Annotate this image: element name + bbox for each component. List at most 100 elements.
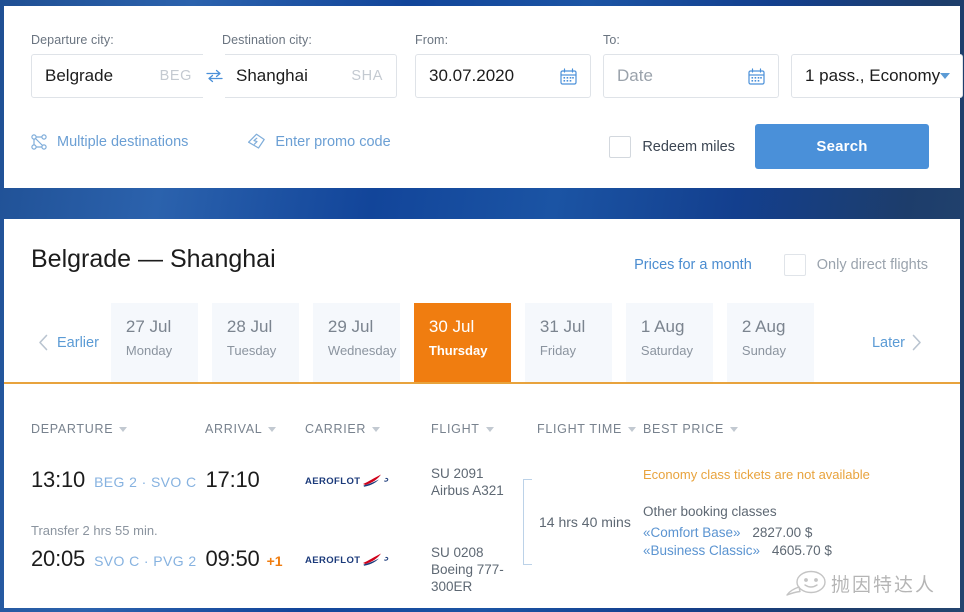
later-dates-button[interactable]: Later <box>860 303 934 382</box>
passengers-class-select[interactable]: 1 pass., Economy <box>791 54 963 98</box>
date-weekday: Tuesday <box>226 343 277 358</box>
swap-cities-icon[interactable] <box>203 54 225 98</box>
calendar-icon[interactable] <box>748 67 765 85</box>
from-date-label: From: <box>415 33 449 47</box>
column-label: CARRIER <box>305 422 367 436</box>
calendar-icon[interactable] <box>560 67 577 85</box>
arrival-time: 09:50 <box>205 546 260 571</box>
date-cell-2[interactable]: 29 Jul Wednesday <box>312 303 400 382</box>
passengers-group: 1 pass., Economy <box>791 33 963 98</box>
destination-city-value: Shanghai <box>236 66 308 85</box>
column-label: DEPARTURE <box>31 422 114 436</box>
to-date-label: To: <box>603 33 620 47</box>
chevron-left-icon <box>38 334 49 351</box>
leg-times: 13:10 BEG 2 · SVO C 17:10 <box>31 467 260 493</box>
redeem-miles-label: Redeem miles <box>642 138 735 155</box>
total-duration: 14 hrs 40 mins <box>539 514 631 530</box>
secondary-links-row: Multiple destinations Enter promo code <box>31 133 391 150</box>
watermark-text: 抛因特达人 <box>830 573 936 596</box>
chevron-down-icon[interactable] <box>940 73 951 79</box>
from-date-value: 30.07.2020 <box>429 66 515 85</box>
departure-time: 20:05 <box>31 546 86 571</box>
search-panel: Departure city: Belgrade BEG Destination… <box>4 6 963 188</box>
fare-name[interactable]: «Business Classic» <box>643 543 760 558</box>
column-header-arrival[interactable]: ARRIVAL <box>205 422 277 436</box>
leg-times: 20:05 SVO C · PVG 2 09:50 +1 <box>31 546 283 572</box>
carrier-logo-aeroflot: AEROFLOT <box>305 472 393 495</box>
date-cell-6[interactable]: 2 Aug Sunday <box>726 303 814 382</box>
column-label: FLIGHT <box>431 422 480 436</box>
active-date-underline <box>4 382 960 384</box>
passengers-label <box>791 33 963 47</box>
duration-bracket <box>523 479 532 565</box>
aircraft-type: Boeing 777-300ER <box>431 562 504 594</box>
fare-option-0[interactable]: «Comfort Base» 2827.00 $ <box>643 525 933 540</box>
date-cell-0[interactable]: 27 Jul Monday <box>110 303 198 382</box>
date-weekday: Monday <box>125 343 173 358</box>
redeem-miles-checkbox[interactable] <box>609 135 632 158</box>
price-column: Economy class tickets are not available … <box>643 467 933 561</box>
arrival-time: 17:10 <box>205 467 260 492</box>
sort-arrow-icon <box>268 426 277 432</box>
to-date-placeholder: Date <box>617 66 653 85</box>
to-date-input[interactable]: Date <box>603 54 779 98</box>
sort-arrow-icon <box>119 426 128 432</box>
date-cell-5[interactable]: 1 Aug Saturday <box>625 303 713 382</box>
results-panel: Belgrade — Shanghai Prices for a month O… <box>4 219 960 608</box>
departure-city-group: Departure city: Belgrade BEG <box>31 33 206 98</box>
other-booking-classes-label: Other booking classes <box>643 504 777 519</box>
date-day: 2 Aug <box>741 317 786 336</box>
departure-airport-code: BEG <box>159 68 192 84</box>
sort-arrow-icon <box>485 426 494 432</box>
chevron-right-icon <box>911 334 922 351</box>
search-button[interactable]: Search <box>755 124 929 169</box>
fare-price: 4605.70 $ <box>771 543 832 558</box>
departure-city-value: Belgrade <box>45 66 114 85</box>
passengers-class-value: 1 pass., Economy <box>805 66 941 85</box>
destination-city-input[interactable]: Shanghai SHA <box>222 54 397 98</box>
sort-arrow-icon <box>628 426 637 432</box>
destination-airport-code: SHA <box>351 68 383 84</box>
search-fields-row: Departure city: Belgrade BEG Destination… <box>31 33 963 98</box>
speech-bubble-icon <box>786 570 826 596</box>
flight-details: SU 0208 Boeing 777-300ER <box>431 544 511 595</box>
sort-arrow-icon <box>372 426 381 432</box>
watermark: 抛因特达人 <box>785 568 936 598</box>
date-cell-3-selected[interactable]: 30 Jul Thursday <box>413 303 511 382</box>
column-header-departure[interactable]: DEPARTURE <box>31 422 128 436</box>
departure-city-label: Departure city: <box>31 33 114 47</box>
column-header-flight-time[interactable]: FLIGHT TIME <box>537 422 637 436</box>
flight-number: SU 2091 <box>431 466 484 481</box>
date-cell-1[interactable]: 28 Jul Tuesday <box>211 303 299 382</box>
date-day: 29 Jul <box>327 317 374 336</box>
aircraft-type: Airbus A321 <box>431 483 504 498</box>
only-direct-flights-checkbox[interactable] <box>783 254 806 276</box>
earlier-dates-button[interactable]: Earlier <box>26 303 111 382</box>
column-header-flight[interactable]: FLIGHT <box>431 422 494 436</box>
destination-city-label: Destination city: <box>222 33 312 47</box>
column-header-carrier[interactable]: CARRIER <box>305 422 381 436</box>
date-day: 30 Jul <box>428 317 475 336</box>
fare-name[interactable]: «Comfort Base» <box>643 525 741 540</box>
promo-code-link[interactable]: Enter promo code <box>247 133 391 150</box>
departure-city-input[interactable]: Belgrade BEG <box>31 54 206 98</box>
fare-option-1[interactable]: «Business Classic» 4605.70 $ <box>643 543 933 558</box>
from-date-input[interactable]: 30.07.2020 <box>415 54 591 98</box>
date-weekday: Friday <box>539 343 577 358</box>
fare-price: 2827.00 $ <box>752 525 813 540</box>
earlier-label: Earlier <box>57 334 99 351</box>
date-weekday: Wednesday <box>327 343 397 358</box>
column-label: BEST PRICE <box>643 422 725 436</box>
airport-codes: SVO C · PVG 2 <box>94 553 197 569</box>
date-day: 27 Jul <box>125 317 172 336</box>
column-header-best-price[interactable]: BEST PRICE <box>643 422 739 436</box>
destination-city-group: Destination city: Shanghai SHA <box>222 33 397 98</box>
prices-for-month-link[interactable]: Prices for a month <box>634 257 752 273</box>
date-weekday: Thursday <box>428 343 488 358</box>
date-cell-4[interactable]: 31 Jul Friday <box>524 303 612 382</box>
promo-tag-icon <box>247 133 266 150</box>
results-options: Prices for a month Only direct flights <box>634 254 928 276</box>
itinerary-row[interactable]: 13:10 BEG 2 · SVO C 17:10 AEROFLOT SU 20… <box>4 466 960 594</box>
availability-notice: Economy class tickets are not available <box>643 467 870 482</box>
multiple-destinations-link[interactable]: Multiple destinations <box>31 134 188 150</box>
